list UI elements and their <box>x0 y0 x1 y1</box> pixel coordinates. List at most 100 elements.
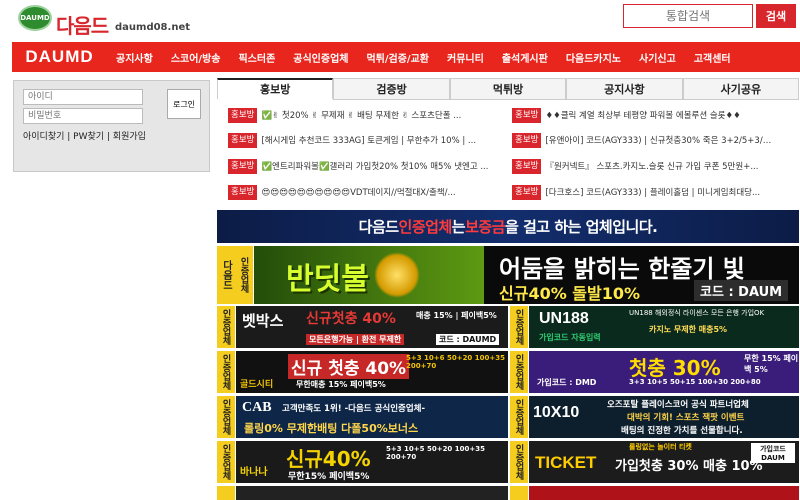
side-label: 인증업체 <box>220 399 231 435</box>
login-box: 로그인 아이디찾기 | PW찾기 | 회원가입 <box>13 80 210 172</box>
list-item[interactable]: 홍보방 ✅✌ 첫20% ✌ 무제재 ✌ 배팅 무제한 ✌ 스포츠단폴 ... <box>228 107 493 123</box>
side-label: 인증업체 <box>220 354 231 390</box>
hero-ad-banner[interactable]: 반딧불 어둠을 밝히는 한줄기 빛 신규40% 돌발10% 코드 : DAUM <box>254 246 799 304</box>
certified-side-label: 인증업체 <box>510 351 528 393</box>
post-title[interactable]: 😍😍😍😍😍😍😍😍😍😍VDT데이지//먹절대X/출책/... <box>261 186 455 198</box>
ad-foot: 모든은행가능 | 환전 무제한 <box>306 334 405 345</box>
list-item[interactable]: 홍보방 『원커넥트』 스포츠.카지노.슬롯 신규 가입 쿠폰 5만원+... <box>512 158 772 174</box>
account-links[interactable]: 아이디찾기 | PW찾기 | 회원가입 <box>23 129 146 142</box>
side-label-top: 다음드 <box>220 260 232 290</box>
post-title[interactable]: 『원커넥트』 스포츠.카지노.슬롯 신규 가입 쿠폰 5만원+... <box>545 160 758 172</box>
ad-sub: 매충 15% | 페이백5% <box>416 311 497 320</box>
category-badge: 홍보방 <box>228 132 258 148</box>
side-label: 인증업체 <box>513 399 524 435</box>
notice-text: 다음드 <box>358 218 399 236</box>
category-badge: 홍보방 <box>228 184 258 200</box>
tab-notice[interactable]: 공지사항 <box>566 78 683 100</box>
ad-banner-un188[interactable]: UN188 가입코드 자동입력 UN188 해외정식 라이센스 모든 은행 가입… <box>529 306 799 348</box>
side-label: 인증업체 <box>513 444 524 480</box>
ad-foot: 3+3 10+5 50+15 100+30 200+80 <box>629 378 761 386</box>
hero-slogan: 어둠을 밝히는 한줄기 빛 <box>499 255 745 283</box>
ad-sub: 무한 15% 페이백 5% <box>744 354 799 374</box>
side-label: 인증업체 <box>220 444 231 480</box>
ad-foot: 무한15% 페이백5% <box>288 472 370 482</box>
list-item[interactable]: 홍보방 [유앤아이] 코드(AGY333) | 신규첫충30% 죽은 3+2/5+… <box>512 132 772 148</box>
certified-side-label: 인증업체 <box>217 306 235 348</box>
search-input[interactable] <box>623 4 753 28</box>
tab-verify[interactable]: 검증방 <box>333 78 450 100</box>
ad-banner-betbox[interactable]: 벳박스 신규첫충 40% 매충 15% | 페이백5% 모든은행가능 | 환전 … <box>236 306 508 348</box>
ad-banner[interactable] <box>529 486 799 500</box>
login-button[interactable]: 로그인 <box>167 89 201 119</box>
ad-sub: 롤링0% 무제한배팅 다폴50%보너스 <box>244 422 419 435</box>
main-nav: DAUMD 공지사항 스코어/방송 픽스터존 공식인증업체 먹튀/검증/교환 커… <box>12 42 800 72</box>
tab-promo[interactable]: 홍보방 <box>217 78 334 100</box>
category-badge: 홍보방 <box>512 132 542 148</box>
ad-sub: 5+3 10+5 50+20 100+35 200+70 <box>386 445 485 461</box>
list-item[interactable]: 홍보방 [다크호스] 코드(AGY333) | 플레이홀덤 | 미니게임최대당..… <box>512 184 772 200</box>
ad-banner-cab[interactable]: CAB 고객만족도 1위! -다음드 공식인증업체- 롤링0% 무제한배팅 다폴… <box>236 396 508 438</box>
tab-fraud-share[interactable]: 사기공유 <box>682 78 800 100</box>
logo-text[interactable]: 다음드 <box>56 10 109 39</box>
ad-brand: UN188 <box>539 310 589 327</box>
certified-side-label: 인증업체 <box>217 396 235 438</box>
guarantee-notice-banner[interactable]: 다음드 인증업체 는 보증금 을 걸고 하는 업체입니다. <box>217 210 799 243</box>
nav-item-community[interactable]: 커뮤니티 <box>438 50 493 65</box>
hero-promo: 신규40% 돌발10% <box>499 284 641 303</box>
nav-item-pickster[interactable]: 픽스터존 <box>229 50 284 65</box>
ad-brand: 벳박스 <box>242 312 284 330</box>
certified-side-label: 인증업체 <box>510 306 528 348</box>
notice-highlight: 인증업체 <box>398 218 453 236</box>
tab-scam[interactable]: 먹튀방 <box>449 78 567 100</box>
nav-item-support[interactable]: 고객센터 <box>685 50 740 65</box>
list-item[interactable]: 홍보방 😍😍😍😍😍😍😍😍😍😍VDT데이지//먹절대X/출책/... <box>228 184 493 200</box>
nav-item-casino[interactable]: 다음드카지노 <box>557 50 630 65</box>
nav-brand[interactable]: DAUMD <box>12 47 107 67</box>
ad-promo: 고객만족도 1위! -다음드 공식인증업체- <box>282 404 426 414</box>
list-item[interactable]: 홍보방 ✅엔트리파워볼✅갤러리 가입첫20% 첫10% 매5% 냇엔고 ... <box>228 158 493 174</box>
post-title[interactable]: [유앤아이] 코드(AGY333) | 신규첫충30% 죽은 3+2/5+3/1… <box>545 134 772 146</box>
ad-foot: 무한매충 15% 페이백5% <box>296 380 386 389</box>
post-title[interactable]: ✅엔트리파워볼✅갤러리 가입첫20% 첫10% 매5% 냇엔고 ... <box>261 160 488 172</box>
nav-item-attendance[interactable]: 출석게시판 <box>493 50 557 65</box>
username-input[interactable] <box>23 89 143 105</box>
ad-banner-10x10[interactable]: 10X10 오즈포탈 플레이스코어 공식 파트너업체 대박의 기회! 스포츠 잭… <box>529 396 799 438</box>
nav-item-score[interactable]: 스코어/방송 <box>162 50 230 65</box>
ad-code: 가입코드 DAUM <box>751 443 795 463</box>
notice-text: 는 <box>451 218 466 236</box>
ad-foot: 카지노 무제한 매충5% <box>649 325 728 334</box>
post-title[interactable]: ✅✌ 첫20% ✌ 무제재 ✌ 배팅 무제한 ✌ 스포츠단폴 ... <box>261 109 461 121</box>
nav-item-fraud-report[interactable]: 사기신고 <box>630 50 685 65</box>
side-label: 인증업체 <box>513 354 524 390</box>
nav-item-certified[interactable]: 공식인증업체 <box>284 50 357 65</box>
ad-promo: 신규 첫충 40% <box>288 354 410 379</box>
logo-icon[interactable]: DAUMD <box>18 5 52 31</box>
side-label: 인증업체 <box>220 309 231 345</box>
list-item[interactable]: 홍보방 ♦♦클릭 계열 최상부 테평양 파워볼 에볼루션 슬롯♦♦ <box>512 107 772 123</box>
ad-promo: 신규40% <box>286 447 371 471</box>
category-badge: 홍보방 <box>512 158 542 174</box>
nav-item-notice[interactable]: 공지사항 <box>107 50 162 65</box>
post-title[interactable]: [다크호스] 코드(AGY333) | 플레이홀덤 | 미니게임최대당... <box>545 186 760 198</box>
search-button[interactable]: 검색 <box>756 4 796 28</box>
ad-banner[interactable] <box>236 486 508 500</box>
certified-side-label <box>510 486 528 500</box>
ad-banner-goldcity[interactable]: 골드시티 신규 첫충 40% 5+3 10+6 50+20 100+35 200… <box>236 351 508 393</box>
post-title[interactable]: ♦♦클릭 계열 최상부 테평양 파워볼 에볼루션 슬롯♦♦ <box>545 109 740 121</box>
nav-item-verify[interactable]: 먹튀/검증/교환 <box>357 50 438 65</box>
list-item[interactable]: 홍보방 [해시게임 추천코드 333AG] 토큰게임 | 무한추가 10% | .… <box>228 132 493 148</box>
certified-side-label: 인증업체 <box>217 441 235 483</box>
category-badge: 홍보방 <box>512 107 542 123</box>
ad-sub: 롤링없는 놀이터 티켓 <box>629 443 692 451</box>
ad-promo: 가입첫충 30% 매충 10% <box>615 459 763 474</box>
ad-foot: 배팅의 진정한 가치를 선물합니다. <box>621 426 743 436</box>
ad-promo: 오즈포탈 플레이스코어 공식 파트너업체 <box>607 400 749 410</box>
ad-banner-ticket[interactable]: TICKET 가입첫충 30% 매충 10% 롤링없는 놀이터 티켓 가입코드 … <box>529 441 799 483</box>
notice-text: 을 걸고 하는 업체입니다. <box>504 218 658 236</box>
ad-sub: UN188 해외정식 라이센스 모든 은행 가입OK <box>629 309 765 317</box>
ad-banner-dmd[interactable]: 가입코드 : DMD 첫충 30% 무한 15% 페이백 5% 3+3 10+5… <box>529 351 799 393</box>
ad-code: 코드 : DAUMD <box>436 334 500 345</box>
password-input[interactable] <box>23 108 143 124</box>
post-title[interactable]: [해시게임 추천코드 333AG] 토큰게임 | 무한추가 10% | ... <box>261 134 476 146</box>
ad-banner-banana[interactable]: 바나나 신규40% 5+3 10+5 50+20 100+35 200+70 무… <box>236 441 508 483</box>
